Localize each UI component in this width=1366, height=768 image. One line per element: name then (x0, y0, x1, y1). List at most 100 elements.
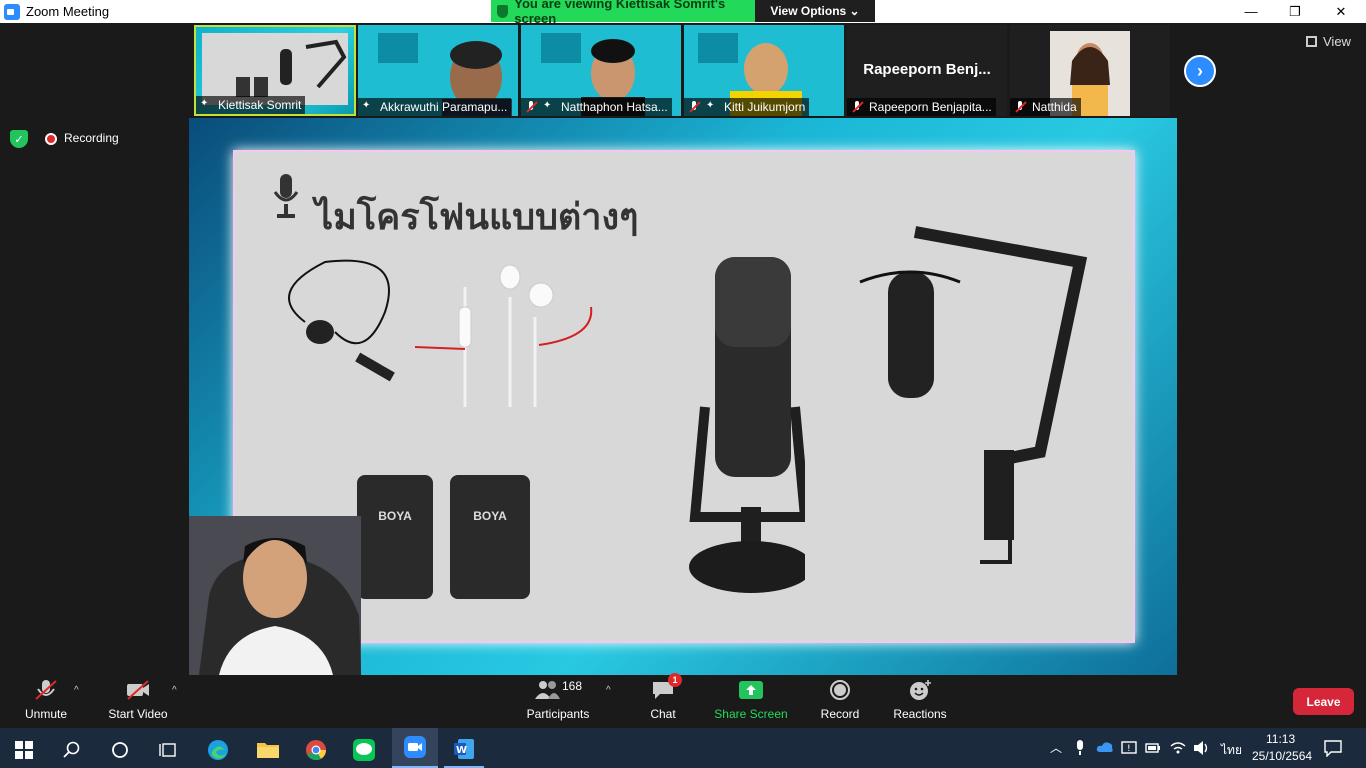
screen-share-banner: You are viewing Kiettisak Somrit's scree… (491, 0, 875, 26)
participants-count: 168 (561, 679, 583, 693)
pin-icon (362, 100, 374, 113)
reactions-icon (910, 680, 931, 700)
participant-tile[interactable]: Natthida (1010, 25, 1170, 116)
input-language[interactable]: ไทย (1221, 741, 1242, 760)
edge-app[interactable] (198, 732, 238, 768)
lavalier-mic-image (288, 259, 395, 382)
file-explorer-app[interactable] (248, 732, 288, 768)
shield-icon (497, 4, 509, 18)
leave-button[interactable]: Leave (1293, 688, 1354, 715)
participants-button[interactable]: 168 Participants (522, 675, 594, 728)
microphone-icon (273, 174, 299, 218)
chrome-app[interactable] (296, 732, 336, 768)
participant-tile[interactable]: Rapeeporn Benj... Rapeeporn Benjapita... (847, 25, 1007, 116)
view-button[interactable]: View (1306, 34, 1351, 49)
close-button[interactable]: ✕ (1318, 0, 1364, 23)
pin-icon (200, 98, 212, 111)
slide-title: ไมโครโฟนแบบต่างๆ (315, 197, 639, 238)
search-button[interactable] (52, 732, 92, 768)
recording-label[interactable]: Recording (64, 131, 119, 145)
viewing-indicator: You are viewing Kiettisak Somrit's scree… (491, 0, 755, 26)
search-icon (63, 741, 80, 758)
chat-badge: 1 (668, 673, 682, 687)
microphone-tray-icon[interactable] (1074, 740, 1086, 756)
line-icon (353, 739, 375, 761)
record-icon (830, 680, 850, 700)
reactions-button[interactable]: Reactions (890, 675, 950, 728)
participant-name-label: Kitti Juikumjorn (684, 98, 810, 116)
participant-display-name: Rapeeporn Benj... (863, 61, 991, 78)
zoom-app-icon (4, 3, 20, 20)
security-shield-icon[interactable]: ✓ (10, 130, 28, 148)
participants-options-caret[interactable]: ^ (606, 685, 611, 696)
chat-icon: 1 (650, 673, 682, 701)
recording-dot-icon (45, 133, 57, 145)
muted-mic-icon (525, 101, 537, 113)
muted-mic-icon (688, 101, 700, 113)
share-screen-button[interactable]: Share Screen (712, 675, 790, 728)
window-title: Zoom Meeting (26, 4, 110, 19)
muted-mic-icon (851, 101, 863, 113)
onedrive-icon[interactable] (1096, 741, 1114, 753)
wifi-icon[interactable] (1170, 740, 1186, 756)
chat-button[interactable]: 1 Chat (638, 673, 688, 728)
volume-icon[interactable] (1193, 740, 1211, 756)
boom-arm-microphone-image (859, 226, 1088, 564)
video-options-caret[interactable]: ^ (172, 685, 177, 696)
grid-icon (1306, 36, 1317, 47)
network-alert-icon[interactable]: ! (1121, 740, 1137, 756)
pin-icon (706, 100, 718, 113)
presenter-video (189, 516, 361, 675)
start-video-button[interactable]: Start Video (104, 675, 172, 728)
participants-label: Participants (526, 707, 590, 721)
participant-name-label: Rapeeporn Benjapita... (847, 98, 996, 116)
zoom-app[interactable] (392, 728, 438, 768)
word-icon: W (454, 739, 474, 759)
participant-tile[interactable]: Kiettisak Somrit (194, 25, 356, 116)
clock-time[interactable]: 11:13 (1266, 732, 1295, 746)
unmute-button[interactable]: Unmute (18, 675, 74, 728)
view-options-button[interactable]: View Options ⌄ (755, 0, 875, 22)
meeting-toolbar: Unmute ^ Start Video ^ 168 Participants … (0, 673, 1366, 728)
cortana-circle-icon (112, 742, 128, 758)
audio-options-caret[interactable]: ^ (74, 685, 79, 696)
participant-name-label: Akkrawuthi Paramapu... (358, 98, 512, 116)
record-button[interactable]: Record (815, 675, 865, 728)
windows-taskbar: W ︿ ! ไทย 11:13 25/10/2564 (0, 728, 1366, 768)
muted-mic-icon (35, 680, 57, 700)
participant-name-label: Kiettisak Somrit (196, 96, 306, 114)
battery-icon[interactable] (1145, 741, 1161, 755)
word-app[interactable]: W (444, 732, 484, 768)
reactions-label: Reactions (893, 707, 947, 721)
boya-transmitter-image: BOYA (357, 475, 433, 599)
notifications-icon[interactable] (1324, 739, 1342, 757)
start-button[interactable] (4, 732, 44, 768)
minimize-button[interactable]: — (1228, 0, 1274, 23)
next-page-button[interactable]: › (1184, 55, 1216, 87)
viewing-text: You are viewing Kiettisak Somrit's scree… (514, 0, 726, 26)
slide-content: ไมโครโฟนแบบต่างๆ BOYA BOYA (233, 150, 1135, 643)
restore-button[interactable]: ❐ (1272, 0, 1318, 23)
chrome-icon (306, 740, 327, 761)
participant-tile[interactable]: Natthaphon Hatsa... (521, 25, 681, 116)
line-app[interactable] (344, 732, 384, 768)
participant-tile[interactable]: Akkrawuthi Paramapu... (358, 25, 518, 116)
folder-icon (257, 743, 279, 758)
cortana-button[interactable] (100, 732, 140, 768)
participant-tile[interactable]: Kitti Juikumjorn (684, 25, 844, 116)
chat-label: Chat (650, 707, 676, 721)
svg-text:W: W (456, 745, 467, 756)
participant-name-label: Natthida (1010, 98, 1081, 116)
clock-date[interactable]: 25/10/2564 (1252, 749, 1312, 763)
boya-receiver-image: BOYA (450, 475, 530, 599)
record-label: Record (820, 707, 860, 721)
task-view-button[interactable] (148, 732, 188, 768)
video-off-icon (127, 680, 149, 700)
svg-text:!: ! (1127, 744, 1131, 754)
presenter-image (189, 516, 361, 675)
edge-icon (208, 740, 228, 760)
task-view-icon (159, 743, 176, 757)
pin-icon (543, 100, 555, 113)
show-hidden-icons-button[interactable]: ︿ (1050, 739, 1062, 756)
participant-name-label: Natthaphon Hatsa... (521, 98, 672, 116)
